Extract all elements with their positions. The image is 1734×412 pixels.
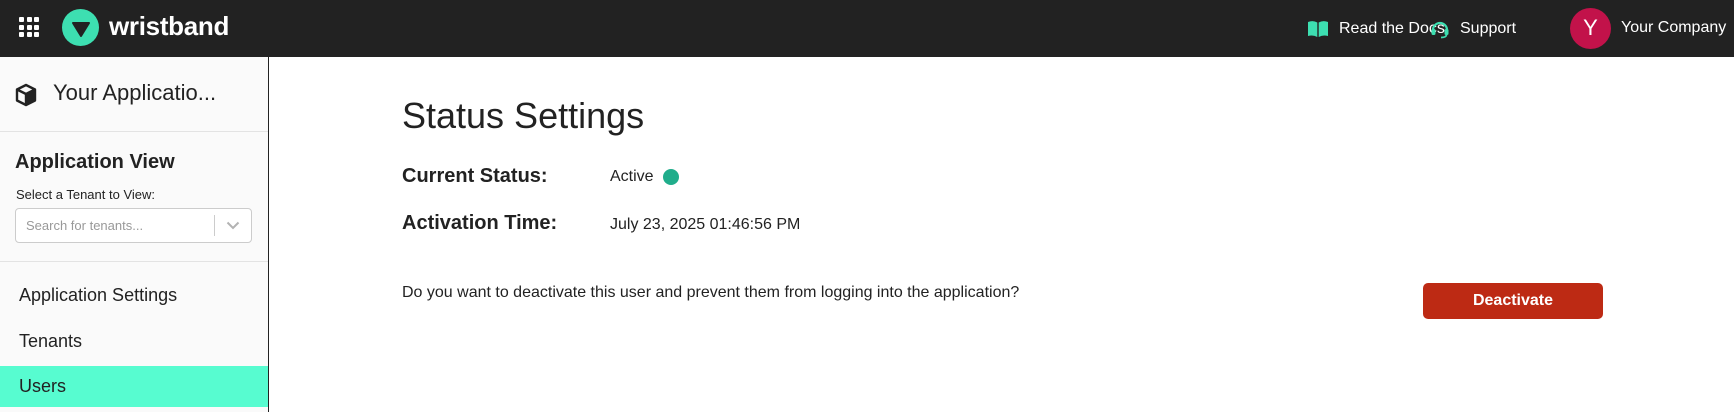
activation-time-value: July 23, 2025 01:46:56 PM	[610, 216, 801, 233]
sidebar: Your Applicatio... Application View Sele…	[0, 57, 269, 412]
avatar[interactable]: Y	[1570, 7, 1611, 49]
wristband-logo-icon[interactable]	[62, 9, 99, 46]
sidebar-item-tenants[interactable]: Tenants	[0, 321, 268, 362]
deactivate-button[interactable]: Deactivate	[1423, 283, 1603, 319]
current-status-value: Active	[610, 168, 679, 186]
support-label: Support	[1460, 19, 1517, 37]
main-content: Status Settings Current Status: Active A…	[270, 57, 1734, 412]
page-title: Status Settings	[402, 95, 645, 136]
logo-text[interactable]: wristband	[109, 11, 229, 42]
sidebar-item-users[interactable]: Users	[0, 366, 268, 407]
book-icon	[1307, 20, 1329, 38]
application-header: Your Applicatio...	[0, 57, 268, 132]
sidebar-item-application-settings[interactable]: Application Settings	[0, 275, 268, 316]
top-navigation-bar: wristband Read the Docs Support Y Your C…	[0, 0, 1734, 57]
company-menu[interactable]: Y Your Company	[1570, 7, 1726, 49]
tenant-select-label: Select a Tenant to View:	[16, 187, 156, 202]
company-name[interactable]: Your Company	[1621, 19, 1726, 37]
read-the-docs-label: Read the Docs	[1339, 19, 1445, 37]
status-text: Active	[610, 168, 654, 185]
application-view-section: Application View Select a Tenant to View…	[0, 132, 268, 262]
status-indicator-icon	[662, 169, 679, 185]
headset-icon	[1430, 19, 1450, 39]
chevron-down-icon[interactable]	[215, 209, 251, 242]
tenant-search-input[interactable]	[16, 209, 214, 242]
app-grid-icon[interactable]	[19, 17, 39, 37]
cube-icon	[14, 83, 38, 112]
read-the-docs-link[interactable]: Read the Docs	[1307, 0, 1445, 57]
application-view-title: Application View	[15, 151, 175, 173]
support-link[interactable]: Support	[1430, 0, 1516, 57]
deactivate-question: Do you want to deactivate this user and …	[402, 284, 1020, 301]
application-name: Your Applicatio...	[53, 80, 217, 105]
tenant-select[interactable]	[15, 208, 252, 243]
current-status-label: Current Status:	[402, 165, 548, 187]
activation-time-label: Activation Time:	[402, 212, 558, 234]
